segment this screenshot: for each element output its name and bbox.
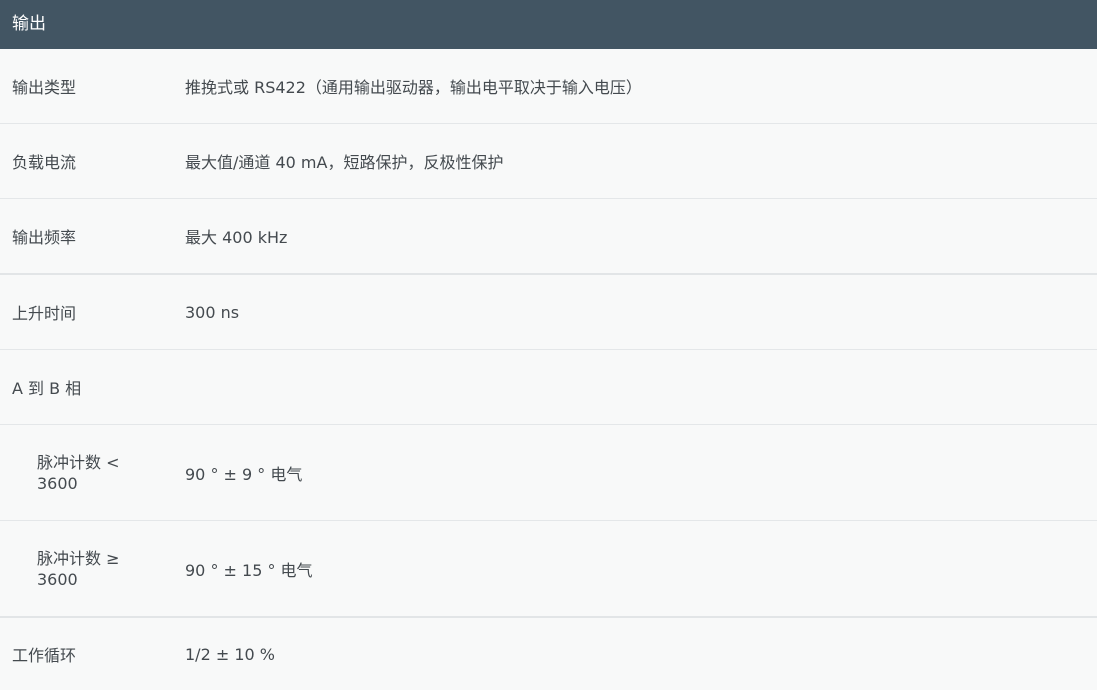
row-value: 90 ° ± 9 ° 电气: [185, 464, 303, 484]
table-row: 输出类型 推挽式或 RS422（通用输出驱动器，输出电平取决于输入电压）: [0, 49, 1097, 124]
row-label: A 到 B 相: [12, 379, 82, 398]
row-label: 脉冲计数 ≥ 3600: [37, 548, 120, 589]
row-value: 300 ns: [185, 302, 240, 322]
table-row: 输出频率 最大 400 kHz: [0, 199, 1097, 275]
row-value: 最大值/通道 40 mA，短路保护，反极性保护: [185, 153, 504, 172]
table-row: 脉冲计数 < 3600 90 ° ± 9 ° 电气: [0, 425, 1097, 521]
row-label: 工作循环: [12, 646, 77, 665]
row-value: 推挽式或 RS422（通用输出驱动器，输出电平取决于输入电压）: [185, 78, 642, 97]
row-value: 90 ° ± 15 ° 电气: [185, 560, 313, 580]
table-row: 工作循环 1/2 ± 10 %: [0, 618, 1097, 690]
row-label: 脉冲计数 < 3600: [37, 452, 120, 493]
row-label: 负载电流: [12, 153, 77, 172]
spec-table: 输出类型 推挽式或 RS422（通用输出驱动器，输出电平取决于输入电压） 负载电…: [0, 49, 1097, 690]
row-label: 输出类型: [12, 78, 77, 97]
table-row: 脉冲计数 ≥ 3600 90 ° ± 15 ° 电气: [0, 521, 1097, 618]
section-header: 输出: [0, 0, 1097, 49]
table-row: 负载电流 最大值/通道 40 mA，短路保护，反极性保护: [0, 124, 1097, 199]
table-row: 上升时间 300 ns: [0, 275, 1097, 350]
row-value: 最大 400 kHz: [185, 228, 288, 247]
row-value: 1/2 ± 10 %: [185, 644, 275, 664]
section-title: 输出: [12, 14, 46, 34]
row-label: 输出频率: [12, 228, 77, 247]
row-value: [185, 350, 1085, 424]
table-row: A 到 B 相: [0, 350, 1097, 425]
row-label: 上升时间: [12, 304, 77, 323]
